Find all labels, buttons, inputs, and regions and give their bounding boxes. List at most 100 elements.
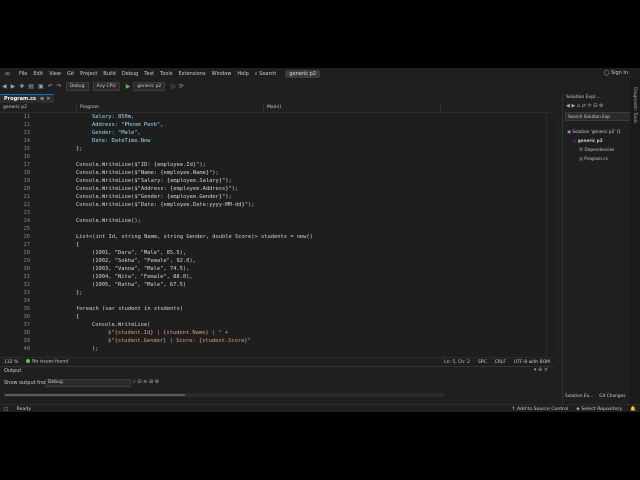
line-ending-indicator[interactable]: CRLF	[495, 360, 506, 365]
code-line: Console.WriteLine($"Salary: {employee.Sa…	[76, 178, 232, 184]
line-number: 29	[23, 258, 31, 264]
select-repository-button[interactable]: ◈ Select Repository	[576, 407, 622, 412]
line-number: 25	[23, 226, 31, 232]
pin-icon[interactable]: ⊕	[40, 96, 44, 102]
code-line: $"{student.Id} | {student.Name} | " +	[108, 330, 229, 336]
side-tool-strip: Diagnostic Tools	[630, 79, 640, 412]
refresh-icon[interactable]: ⟳	[179, 83, 184, 90]
ready-icon: ▢	[4, 406, 9, 412]
diagnostic-tools-tab[interactable]: Diagnostic Tools	[632, 87, 637, 123]
line-number: 36	[23, 314, 31, 320]
tab-program-cs[interactable]: Program.cs ⊕ ×	[0, 94, 55, 103]
tree-item-program-cs[interactable]: ▤ Program.cs	[579, 156, 608, 161]
add-to-source-control-button[interactable]: ↑ Add to Source Control	[511, 407, 568, 412]
close-icon[interactable]: ×	[544, 367, 548, 373]
run-target-button[interactable]: generic p2	[133, 81, 166, 91]
output-source-select[interactable]: Debug	[45, 379, 131, 387]
cursor-position[interactable]: Ln: 5, Ch: 2	[444, 360, 470, 365]
menu-project[interactable]: Project	[77, 71, 100, 77]
undo-icon[interactable]: ↶	[48, 83, 53, 90]
save-icon[interactable]: ▣	[38, 83, 44, 90]
code-line: {	[76, 242, 80, 248]
toolbar: ◀ ▶ ✚ ▤ ▣ ↶ ↷ Debug Any CPU ▶ generic p2…	[0, 80, 640, 92]
code-editor[interactable]: 11 12 13 14 15 16 17 18 19 20 21 22 23 2…	[0, 113, 555, 357]
start-without-debugging-icon[interactable]: ▷	[171, 83, 176, 90]
status-bar: ▢ Ready ↑ Add to Source Control ◈ Select…	[0, 404, 640, 412]
tab-git-changes[interactable]: Git Changes	[599, 394, 625, 399]
settings-icon[interactable]: ⚙	[155, 379, 159, 385]
class-dropdown[interactable]: Program	[77, 104, 264, 111]
platform-select[interactable]: Any CPU	[92, 81, 120, 91]
sign-in-button[interactable]: ◯ Sign in	[604, 70, 628, 76]
member-dropdown[interactable]: Main()	[264, 104, 441, 111]
open-icon[interactable]: ▤	[28, 83, 34, 90]
editor-status-bar: 132 % No issues found Ln: 5, Ch: 2 SPC C…	[0, 357, 554, 366]
solution-explorer-title: Solution Expl...	[566, 95, 600, 100]
editor-vertical-scrollbar[interactable]	[546, 113, 555, 357]
tree-item-project[interactable]: ◆ generic p2	[573, 138, 603, 143]
line-number: 11	[23, 114, 31, 120]
project-dropdown[interactable]: generic p2	[0, 104, 77, 111]
code-line: Salary: 850m,	[92, 114, 135, 120]
add-source-label: Add to Source Control	[516, 406, 569, 412]
code-line: Console.WriteLine(	[92, 322, 151, 328]
code-line: Gender: "Male",	[92, 130, 141, 136]
code-area[interactable]: Salary: 850m, Address: "Phnom Penh", Gen…	[36, 113, 546, 357]
code-line: Address: "Phnom Penh",	[92, 122, 164, 128]
issues-indicator[interactable]: No issues found	[26, 359, 68, 365]
menu-tools[interactable]: Tools	[157, 71, 175, 77]
code-line: Console.WriteLine($"Gender: {employee.Ge…	[76, 194, 232, 200]
menu-git[interactable]: Git	[64, 71, 77, 77]
zoom-level[interactable]: 132 %	[4, 360, 18, 365]
configuration-select[interactable]: Debug	[65, 81, 89, 91]
code-line: Date: DateTime.Now	[92, 138, 151, 144]
menu-file[interactable]: File	[16, 71, 30, 77]
navigation-bar: generic p2 Program Main()	[0, 103, 554, 113]
back-icon[interactable]: ◀	[2, 83, 7, 90]
menu-view[interactable]: View	[46, 71, 64, 77]
menu-extensions[interactable]: Extensions	[175, 71, 208, 77]
new-item-icon[interactable]: ✚	[19, 83, 24, 90]
menu-window[interactable]: Window	[209, 71, 235, 77]
encoding-indicator[interactable]: UTF-8 with BOM	[514, 360, 550, 365]
panel-tabs: Solution Ex... Git Changes	[565, 394, 626, 399]
code-line: Console.WriteLine();	[76, 218, 141, 224]
menu-build[interactable]: Build	[100, 71, 119, 77]
code-line: };	[76, 146, 83, 152]
whitespace-indicator[interactable]: SPC	[478, 360, 487, 365]
output-title: Output	[4, 368, 22, 374]
tree-item-dependencies[interactable]: ⌘ Dependencies	[579, 147, 614, 152]
user-icon: ◯	[603, 70, 611, 76]
ready-status: Ready	[16, 406, 31, 412]
line-number: 34	[23, 298, 31, 304]
settings-icon[interactable]: ⚙	[599, 103, 603, 109]
start-debugging-icon[interactable]: ▶	[126, 83, 131, 90]
line-number: 17	[23, 162, 31, 168]
menu-debug[interactable]: Debug	[119, 71, 141, 77]
forward-icon[interactable]: ▶	[11, 83, 16, 90]
line-number: 35	[23, 306, 31, 312]
line-number: 32	[23, 282, 31, 288]
redo-icon[interactable]: ↷	[57, 83, 62, 90]
line-number: 22	[23, 202, 31, 208]
search-button[interactable]: ⌕ Search	[252, 71, 280, 77]
menu-help[interactable]: Help	[234, 71, 251, 77]
line-number: 14	[23, 138, 31, 144]
issues-label: No issues found	[32, 359, 69, 365]
tab-solution-explorer[interactable]: Solution Ex...	[565, 394, 593, 399]
solution-explorer-search-input[interactable]: Search Solution Exp	[565, 112, 633, 121]
tree-item-solution[interactable]: ▣ Solution 'generic p2' (1	[567, 129, 621, 134]
line-number: 39	[23, 338, 31, 344]
solution-explorer-panel: Solution Expl... ◀ ▶ ⌂ ⇄ ⟳ ⊟ ⚙ Search So…	[562, 94, 633, 404]
notifications-icon[interactable]: 🔔	[630, 407, 636, 412]
code-line: );	[92, 346, 99, 352]
solution-explorer-toolbar: ◀ ▶ ⌂ ⇄ ⟳ ⊟ ⚙	[566, 103, 603, 109]
code-line: $"{student.Gender} | Score: {student.Sco…	[108, 338, 251, 344]
scrollbar-thumb[interactable]	[5, 394, 185, 396]
menu-edit[interactable]: Edit	[30, 71, 46, 77]
line-number: 20	[23, 186, 31, 192]
tree-label: Dependencies	[584, 147, 615, 152]
close-icon[interactable]: ×	[46, 96, 50, 102]
line-number: 16	[23, 154, 31, 160]
menu-test[interactable]: Test	[141, 71, 157, 77]
